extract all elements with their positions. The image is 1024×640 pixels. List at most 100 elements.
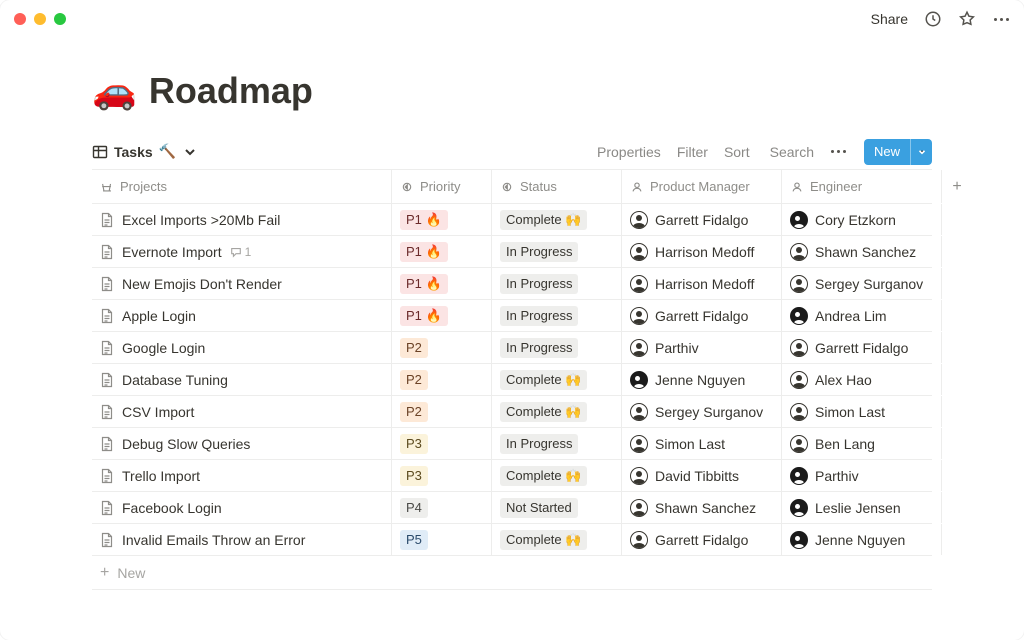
cell-status[interactable]: In Progress [492,332,622,363]
add-column-button[interactable]: + [942,170,972,203]
cell-pm[interactable]: Shawn Sanchez [622,492,782,523]
col-pm[interactable]: Product Manager [622,170,782,203]
sort-button[interactable]: Sort [724,144,750,160]
cell-eng[interactable]: Simon Last [782,396,942,427]
cell-name[interactable]: Excel Imports >20Mb Fail [92,204,392,235]
cell-status[interactable]: Not Started [492,492,622,523]
person-name: Garrett Fidalgo [655,308,748,324]
cell-eng[interactable]: Sergey Surganov [782,268,942,299]
col-label: Projects [120,179,167,194]
cell-pm[interactable]: Simon Last [622,428,782,459]
cell-status[interactable]: Complete 🙌 [492,460,622,491]
properties-button[interactable]: Properties [597,144,661,160]
table-row[interactable]: CSV Import P2 Complete 🙌 Sergey Surganov… [92,396,932,428]
col-eng[interactable]: Engineer [782,170,942,203]
cell-pm[interactable]: Harrison Medoff [622,236,782,267]
cell-pm[interactable]: Garrett Fidalgo [622,204,782,235]
cell-name[interactable]: New Emojis Don't Render [92,268,392,299]
page-title[interactable]: 🚗 Roadmap [92,70,932,112]
cell-pm[interactable]: David Tibbitts [622,460,782,491]
cell-eng[interactable]: Leslie Jensen [782,492,942,523]
table-row[interactable]: Facebook Login P4 Not Started Shawn Sanc… [92,492,932,524]
cell-priority[interactable]: P4 [392,492,492,523]
col-projects[interactable]: Projects [92,170,392,203]
cell-status[interactable]: Complete 🙌 [492,396,622,427]
more-icon[interactable] [992,10,1010,28]
table-row[interactable]: Invalid Emails Throw an Error P5 Complet… [92,524,932,556]
minimize-window-button[interactable] [34,13,46,25]
cell-empty [942,396,972,427]
cell-eng[interactable]: Cory Etzkorn [782,204,942,235]
comment-count[interactable]: 1 [230,245,252,259]
col-status[interactable]: Status [492,170,622,203]
cell-pm[interactable]: Sergey Surganov [622,396,782,427]
view-emoji: 🔨 [159,143,176,160]
table-row[interactable]: Database Tuning P2 Complete 🙌 Jenne Nguy… [92,364,932,396]
page-emoji[interactable]: 🚗 [92,73,137,109]
cell-status[interactable]: In Progress [492,268,622,299]
table-row[interactable]: Evernote Import 1 P1 🔥 In Progress Harri… [92,236,932,268]
col-priority[interactable]: Priority [392,170,492,203]
cell-priority[interactable]: P3 [392,460,492,491]
cell-priority[interactable]: P2 [392,332,492,363]
page-title-text: Roadmap [149,70,313,112]
cell-priority[interactable]: P5 [392,524,492,555]
cell-eng[interactable]: Garrett Fidalgo [782,332,942,363]
cell-name[interactable]: CSV Import [92,396,392,427]
cell-name[interactable]: Invalid Emails Throw an Error [92,524,392,555]
table-row[interactable]: Google Login P2 In Progress Parthiv Garr… [92,332,932,364]
cell-name[interactable]: Debug Slow Queries [92,428,392,459]
person-chip: Harrison Medoff [630,243,754,261]
cell-eng[interactable]: Jenne Nguyen [782,524,942,555]
cell-name[interactable]: Trello Import [92,460,392,491]
view-switcher[interactable]: Tasks 🔨 [92,143,198,160]
cell-pm[interactable]: Parthiv [622,332,782,363]
priority-tag: P1 🔥 [400,306,448,326]
cell-status[interactable]: Complete 🙌 [492,204,622,235]
favorite-icon[interactable] [958,10,976,28]
new-button-label[interactable]: New [864,139,910,165]
cell-eng[interactable]: Parthiv [782,460,942,491]
cell-priority[interactable]: P1 🔥 [392,300,492,331]
cell-eng[interactable]: Ben Lang [782,428,942,459]
cell-priority[interactable]: P2 [392,364,492,395]
cell-name[interactable]: Facebook Login [92,492,392,523]
person-chip: Jenne Nguyen [630,371,745,389]
table-row[interactable]: Excel Imports >20Mb Fail P1 🔥 Complete 🙌… [92,204,932,236]
cell-name[interactable]: Apple Login [92,300,392,331]
cell-pm[interactable]: Garrett Fidalgo [622,524,782,555]
updates-icon[interactable] [924,10,942,28]
cell-eng[interactable]: Shawn Sanchez [782,236,942,267]
close-window-button[interactable] [14,13,26,25]
cell-pm[interactable]: Jenne Nguyen [622,364,782,395]
cell-name[interactable]: Database Tuning [92,364,392,395]
new-button-dropdown[interactable] [910,139,932,165]
cell-pm[interactable]: Garrett Fidalgo [622,300,782,331]
cell-priority[interactable]: P1 🔥 [392,236,492,267]
cell-pm[interactable]: Harrison Medoff [622,268,782,299]
table-row[interactable]: New Emojis Don't Render P1 🔥 In Progress… [92,268,932,300]
cell-eng[interactable]: Alex Hao [782,364,942,395]
table-row[interactable]: Apple Login P1 🔥 In Progress Garrett Fid… [92,300,932,332]
cell-name[interactable]: Evernote Import 1 [92,236,392,267]
toolbar-more-icon[interactable] [830,143,848,161]
cell-priority[interactable]: P1 🔥 [392,268,492,299]
table-row[interactable]: Trello Import P3 Complete 🙌 David Tibbit… [92,460,932,492]
share-button[interactable]: Share [871,11,908,27]
cell-status[interactable]: In Progress [492,300,622,331]
cell-priority[interactable]: P3 [392,428,492,459]
maximize-window-button[interactable] [54,13,66,25]
table-row[interactable]: Debug Slow Queries P3 In Progress Simon … [92,428,932,460]
cell-empty [942,268,972,299]
cell-status[interactable]: Complete 🙌 [492,364,622,395]
cell-priority[interactable]: P2 [392,396,492,427]
cell-status[interactable]: In Progress [492,428,622,459]
search-button[interactable]: Search [766,144,814,160]
cell-name[interactable]: Google Login [92,332,392,363]
cell-status[interactable]: In Progress [492,236,622,267]
cell-eng[interactable]: Andrea Lim [782,300,942,331]
cell-priority[interactable]: P1 🔥 [392,204,492,235]
cell-status[interactable]: Complete 🙌 [492,524,622,555]
filter-button[interactable]: Filter [677,144,708,160]
new-row-button[interactable]: + New [92,556,932,590]
